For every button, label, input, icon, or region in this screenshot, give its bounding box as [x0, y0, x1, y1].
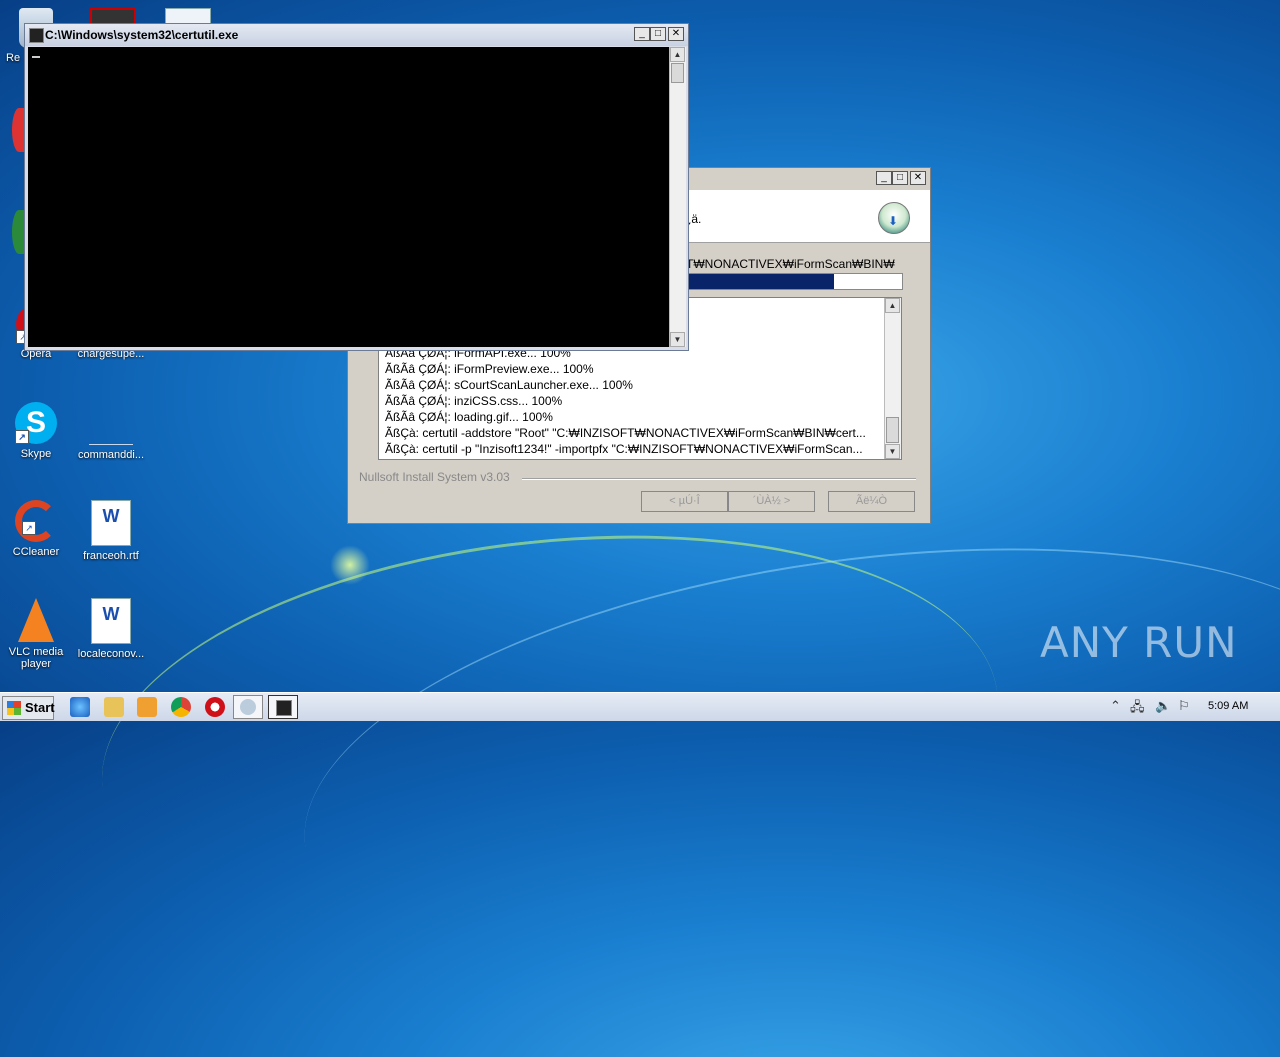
- installer-logo-icon: [878, 202, 910, 234]
- desktop-icon-vlc[interactable]: VLC media player: [0, 598, 74, 670]
- maximize-button[interactable]: □: [892, 171, 908, 185]
- scroll-down-arrow-icon[interactable]: ▼: [885, 444, 900, 459]
- scroll-down-arrow-icon[interactable]: ▼: [670, 332, 685, 347]
- log-line: ÃßÇà: certutil -p "Inzisoft1234!" -impor…: [385, 442, 863, 456]
- back-button[interactable]: < µÚ·Î: [641, 491, 728, 512]
- internet-explorer-icon[interactable]: [70, 697, 90, 717]
- volume-icon[interactable]: 🔈: [1155, 698, 1171, 714]
- chrome-icon[interactable]: [171, 697, 191, 717]
- certutil-console-window: C:\Windows\system32\certutil.exe _ □ ✕ ▲…: [24, 23, 689, 351]
- console-app-icon: [276, 700, 292, 716]
- desktop-icon-franceoh[interactable]: W franceoh.rtf: [73, 500, 149, 562]
- scroll-thumb[interactable]: [671, 63, 684, 83]
- minimize-button[interactable]: _: [876, 171, 892, 185]
- log-line: ÃßÃâ ÇØÁ¦: sCourtScanLauncher.exe... 100…: [385, 378, 633, 392]
- anyrun-watermark: ANY RUN: [1040, 618, 1238, 667]
- desktop-icon-commanddi[interactable]: commanddi...: [73, 402, 149, 461]
- divider: [522, 478, 916, 480]
- log-scrollbar[interactable]: ▲ ▼: [884, 298, 901, 459]
- action-center-flag-icon[interactable]: ⚐: [1178, 698, 1190, 714]
- scroll-up-arrow-icon[interactable]: ▲: [670, 47, 685, 62]
- installer-icon: [240, 699, 256, 715]
- desktop-icon-ccleaner[interactable]: ↗ CCleaner: [0, 500, 74, 558]
- log-line: ÃßÃâ ÇØÁ¦: loading.gif... 100%: [385, 410, 553, 424]
- window-title: C:\Windows\system32\certutil.exe: [45, 28, 239, 42]
- install-path-text: T₩NONACTIVEX₩iFormScan₩BIN₩: [686, 257, 895, 271]
- scroll-thumb[interactable]: [886, 417, 899, 443]
- installer-branding: Nullsoft Install System v3.03: [359, 470, 510, 484]
- minimize-button[interactable]: _: [634, 27, 650, 41]
- install-progress-bar: [688, 273, 903, 290]
- windows-logo-icon: [7, 701, 21, 715]
- log-line: ÃßÇà: certutil -addstore "Root" "C:₩INZI…: [385, 426, 866, 440]
- start-label: Start: [25, 700, 55, 715]
- taskbar-installer-button[interactable]: [233, 695, 263, 719]
- show-hidden-icons-icon[interactable]: ⌃: [1110, 698, 1121, 714]
- desktop-icon-localeconov[interactable]: W localeconov...: [73, 598, 149, 660]
- word-document-icon: W: [91, 500, 131, 546]
- maximize-button[interactable]: □: [650, 27, 666, 41]
- install-log-list: ÃßÃâ ÇØÁ¦: iFormAPI.exe... 100% ÃßÃâ ÇØÁ…: [385, 345, 885, 457]
- system-clock[interactable]: 5:09 AM: [1208, 700, 1248, 712]
- desktop-icon-skype[interactable]: S ↗ Skype: [0, 402, 74, 460]
- vlc-icon: [18, 598, 54, 642]
- cancel-button[interactable]: Ãë¼Ò: [828, 491, 915, 512]
- skype-icon: S ↗: [15, 402, 57, 444]
- file-icon: [89, 402, 133, 445]
- log-line: ÃßÃâ ÇØÁ¦: iFormPreview.exe... 100%: [385, 362, 594, 376]
- close-button[interactable]: ✕: [910, 171, 926, 185]
- wallpaper-glow: [330, 545, 370, 585]
- start-button[interactable]: Start: [2, 696, 55, 720]
- text-cursor: [32, 56, 40, 58]
- console-scrollbar[interactable]: ▲ ▼: [669, 47, 686, 347]
- taskbar-console-button[interactable]: [268, 695, 298, 719]
- scroll-up-arrow-icon[interactable]: ▲: [885, 298, 900, 313]
- console-titlebar[interactable]: C:\Windows\system32\certutil.exe _ □ ✕: [25, 24, 688, 46]
- ccleaner-icon: ↗: [15, 500, 57, 542]
- media-player-icon[interactable]: [137, 697, 157, 717]
- word-document-icon: W: [91, 598, 131, 644]
- taskbar: Start ⌃ 🖧 🔈 ⚐ 5:09 AM: [0, 692, 1280, 721]
- opera-icon[interactable]: [205, 697, 225, 717]
- close-button[interactable]: ✕: [668, 27, 684, 41]
- network-icon[interactable]: 🖧: [1130, 698, 1145, 720]
- progress-fill: [689, 274, 834, 289]
- log-line: ÃßÃâ ÇØÁ¦: inziCSS.css... 100%: [385, 394, 563, 408]
- console-output[interactable]: [28, 47, 669, 347]
- console-app-icon[interactable]: [29, 28, 44, 43]
- folder-icon[interactable]: [104, 697, 124, 717]
- next-button[interactable]: ´ÙÀ½ >: [728, 491, 815, 512]
